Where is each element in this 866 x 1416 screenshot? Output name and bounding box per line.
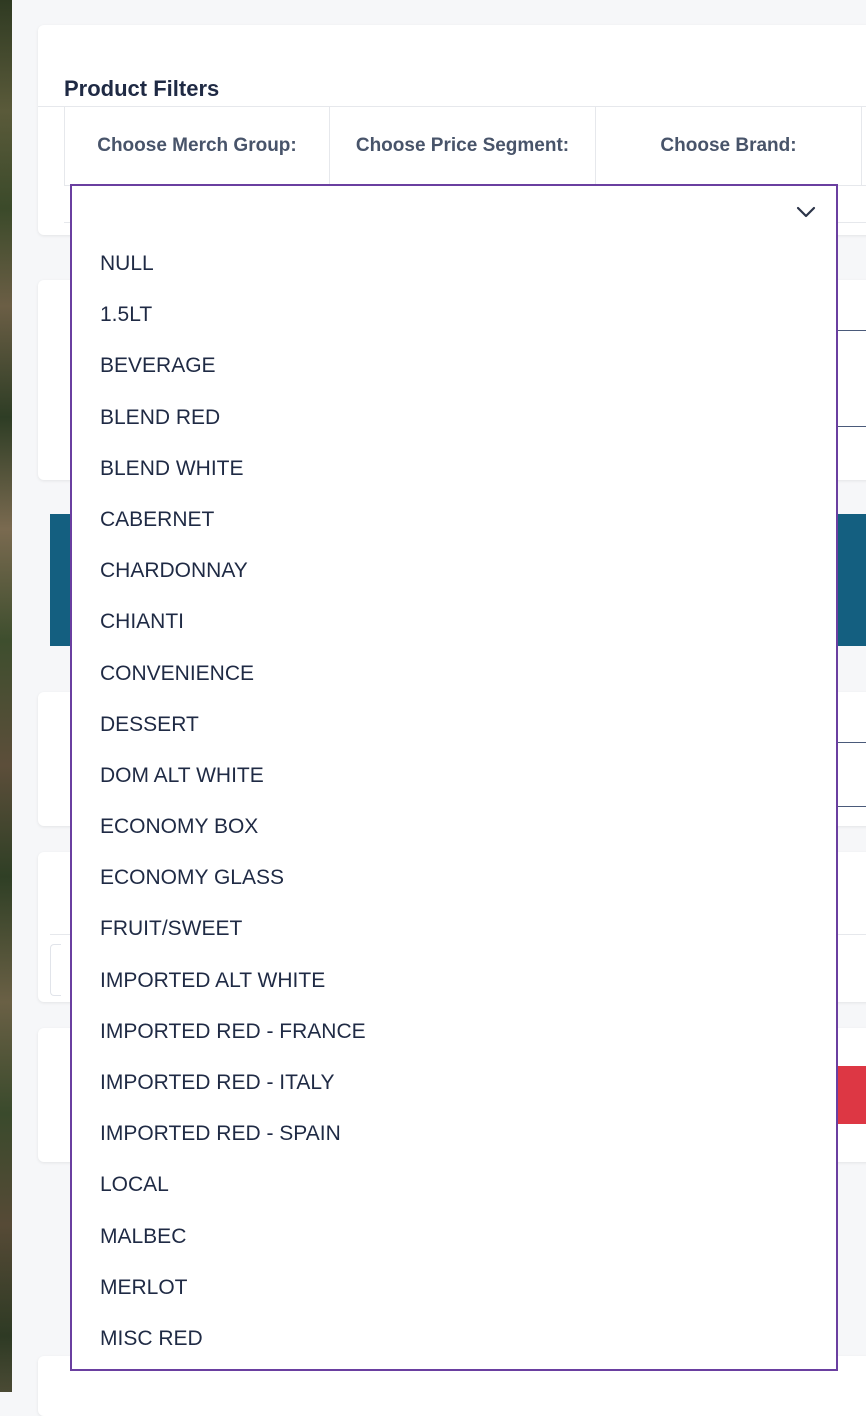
merch-group-select[interactable] [72, 186, 836, 238]
merch-group-options: NULL 1.5LT BEVERAGE BLEND RED BLEND WHIT… [72, 238, 836, 1364]
merch-group-option[interactable]: ECONOMY BOX [72, 801, 836, 852]
merch-group-option[interactable]: ECONOMY GLASS [72, 852, 836, 903]
merch-group-dropdown[interactable]: NULL 1.5LT BEVERAGE BLEND RED BLEND WHIT… [70, 184, 838, 1371]
merch-group-option[interactable]: IMPORTED ALT WHITE [72, 955, 836, 1006]
merch-group-option[interactable]: BEVERAGE [72, 340, 836, 391]
background-photo-edge [0, 0, 12, 1392]
merch-group-label: Choose Merch Group: [64, 107, 329, 185]
chevron-down-icon[interactable] [794, 200, 818, 224]
page: Product Filters Choose Merch Group: Choo… [12, 0, 866, 1416]
merch-group-option[interactable]: DESSERT [72, 699, 836, 750]
merch-group-option[interactable]: CONVENIENCE [72, 648, 836, 699]
merch-group-option[interactable]: 1.5LT [72, 289, 836, 340]
merch-group-option[interactable]: MISC RED [72, 1313, 836, 1364]
merch-group-option[interactable]: MERLOT [72, 1262, 836, 1313]
merch-group-option[interactable]: LOCAL [72, 1159, 836, 1210]
merch-group-option[interactable]: IMPORTED RED - SPAIN [72, 1108, 836, 1159]
price-segment-label: Choose Price Segment: [329, 107, 595, 185]
merch-group-option[interactable]: MALBEC [72, 1211, 836, 1262]
product-filters-title: Product Filters [64, 76, 220, 101]
merch-group-option[interactable]: IMPORTED RED - ITALY [72, 1057, 836, 1108]
merch-group-option[interactable]: CHARDONNAY [72, 545, 836, 596]
merch-group-option[interactable]: BLEND RED [72, 392, 836, 443]
merch-group-option[interactable]: CABERNET [72, 494, 836, 545]
brand-label: Choose Brand: [595, 107, 862, 185]
merch-group-option[interactable]: FRUIT/SWEET [72, 903, 836, 954]
merch-group-option[interactable]: NULL [72, 238, 836, 289]
merch-group-option[interactable]: IMPORTED RED - FRANCE [72, 1006, 836, 1057]
merch-group-option[interactable]: CHIANTI [72, 596, 836, 647]
merch-group-option[interactable]: BLEND WHITE [72, 443, 836, 494]
input-box-edge [50, 944, 61, 996]
merch-group-option[interactable]: DOM ALT WHITE [72, 750, 836, 801]
